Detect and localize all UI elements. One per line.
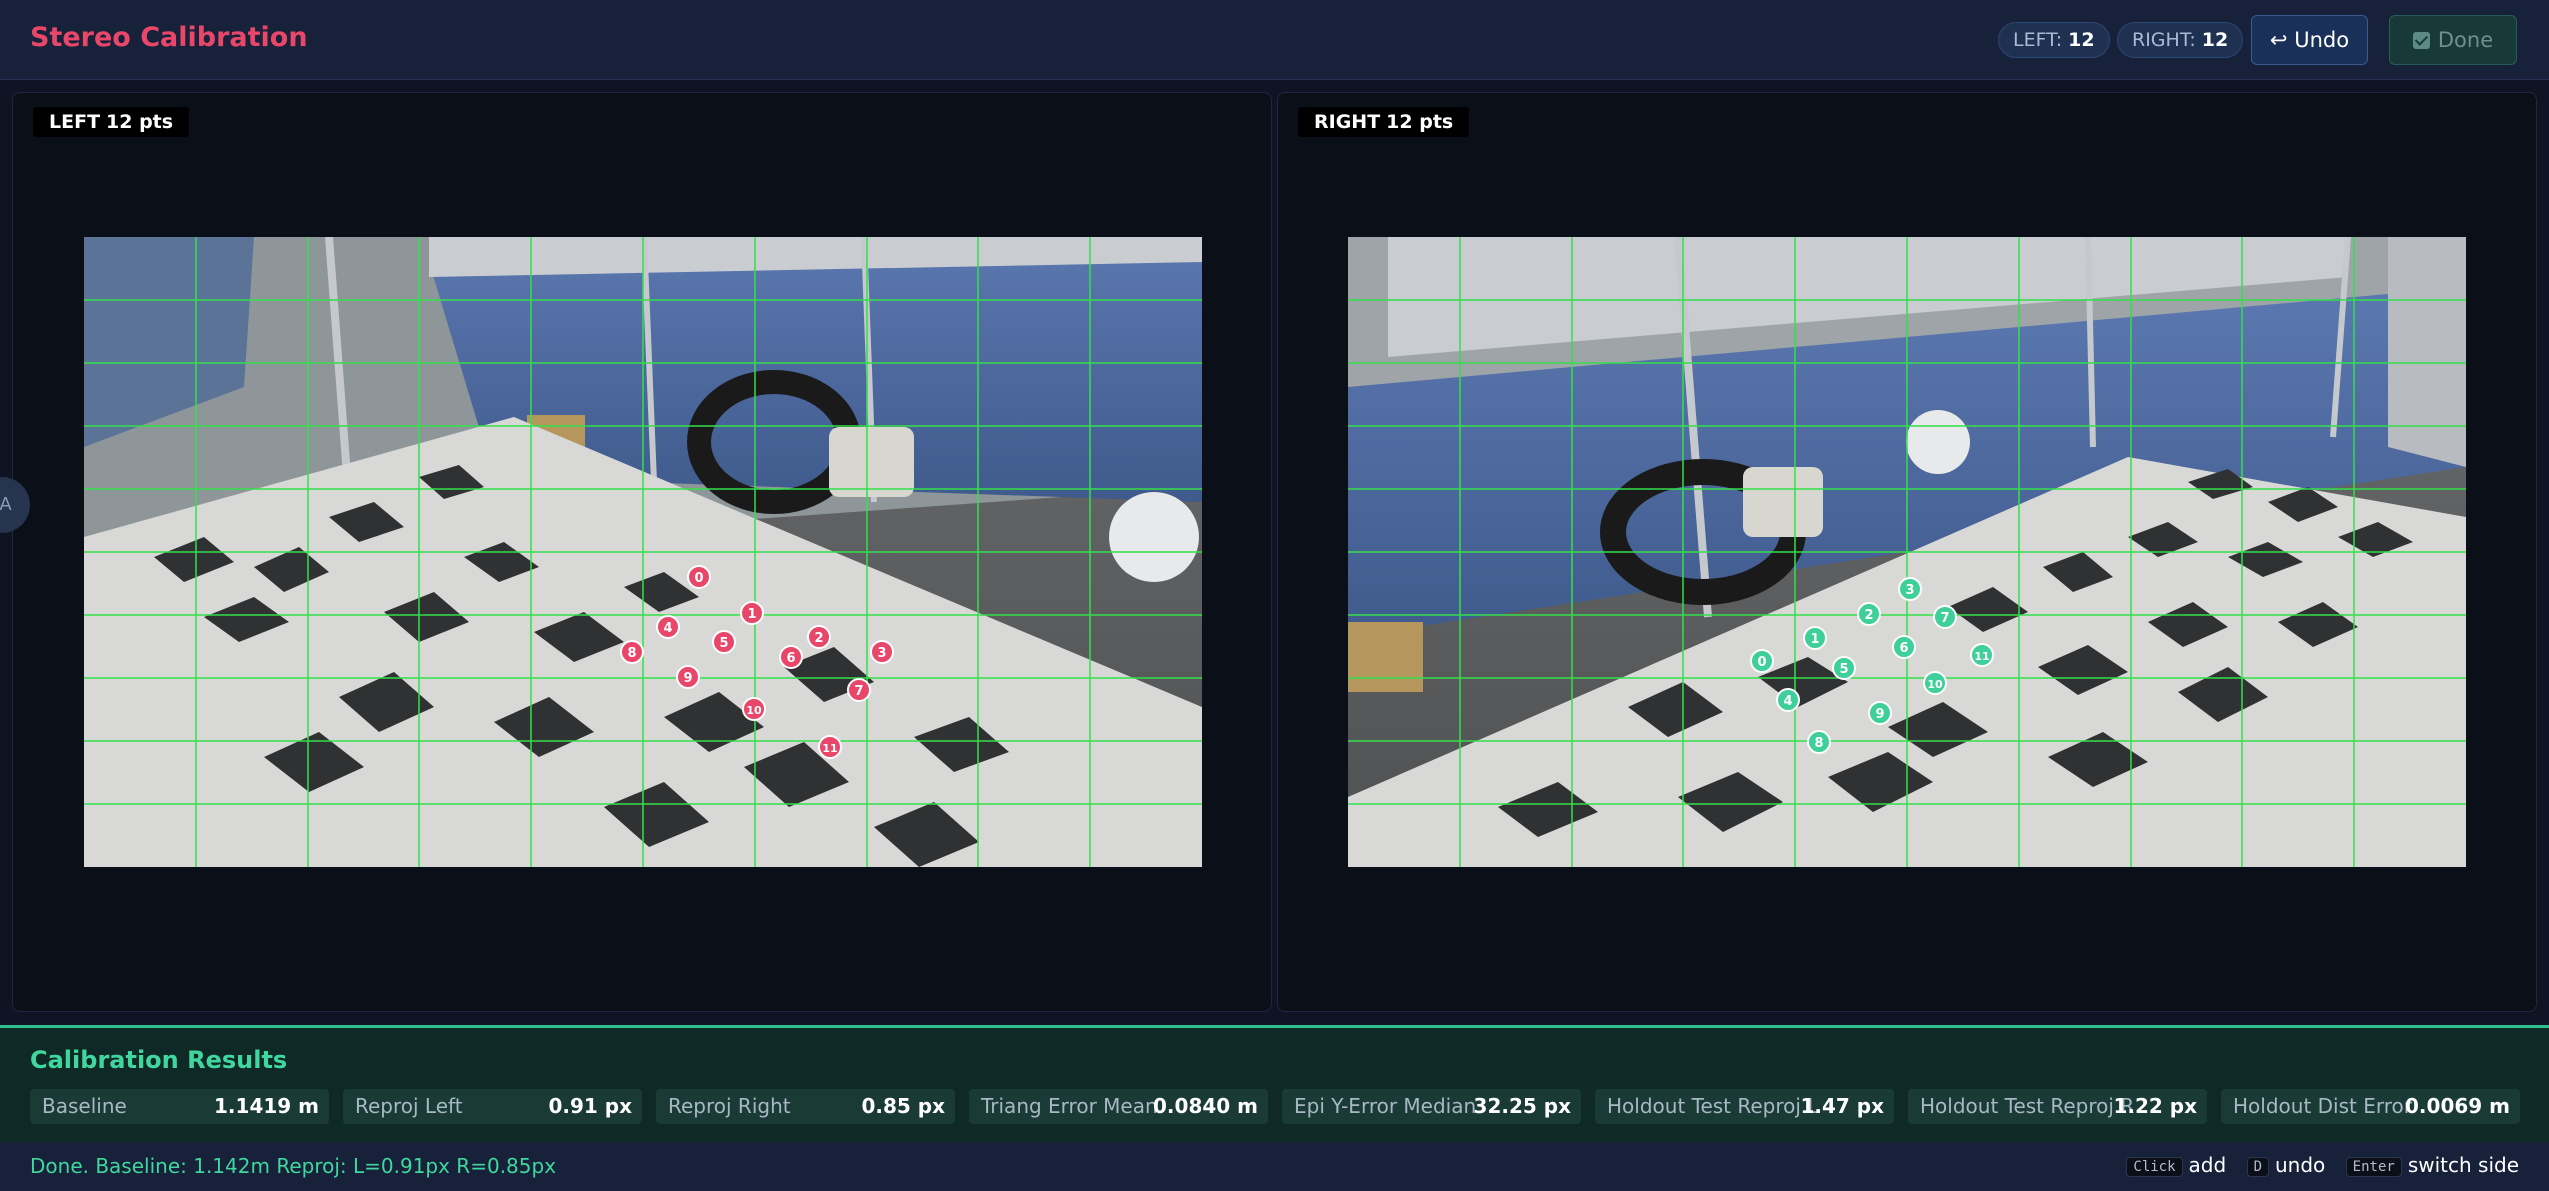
left-camera-panel: LEFT 12 pts 0 1 2 3 4 5 6 7 8 9 10 11 <box>12 92 1272 1012</box>
shortcut-key: Click <box>2126 1157 2183 1177</box>
calibration-point-label: 0 <box>694 571 703 586</box>
metric-holdout-reproj-left: Holdout Test Reproj L 1.47 px <box>1595 1089 1894 1124</box>
metric-baseline: Baseline 1.1419 m <box>30 1089 329 1124</box>
calibration-point-label: 4 <box>663 621 672 636</box>
metric-label: Holdout Dist Error <box>2233 1094 2412 1118</box>
undo-button[interactable]: ↩ Undo <box>2251 15 2368 65</box>
fan <box>1906 410 1970 474</box>
calibration-point-label: 1 <box>1810 632 1819 647</box>
right-camera-view[interactable]: 0 1 2 3 4 5 6 7 8 9 10 11 <box>1348 236 2466 867</box>
left-side-label: LEFT <box>49 111 101 133</box>
shortcut-action: switch side <box>2407 1153 2519 1177</box>
calibration-point-label: 2 <box>1864 608 1873 623</box>
metric-value: 1.1419 m <box>214 1094 319 1118</box>
metric-label: Epi Y-Error Median <box>1294 1094 1477 1118</box>
shortcut-key: Enter <box>2345 1157 2402 1177</box>
right-camera-image[interactable]: 0 1 2 3 4 5 6 7 8 9 10 11 <box>1348 236 2466 867</box>
calibration-results: Calibration Results Baseline 1.1419 m Re… <box>0 1025 2549 1142</box>
metric-value: 0.0069 m <box>2405 1094 2510 1118</box>
calibration-point-label: 2 <box>814 631 823 646</box>
calibration-point-label: 10 <box>746 704 762 717</box>
calibration-point-label: 6 <box>786 651 795 666</box>
calibration-point-label: 9 <box>1875 707 1884 722</box>
right-side-label: RIGHT <box>1314 111 1381 133</box>
calibration-point-label: 5 <box>1839 662 1848 677</box>
shortcut-action: undo <box>2275 1153 2326 1177</box>
fan <box>1109 492 1199 582</box>
metric-label: Holdout Test Reproj L <box>1607 1094 1819 1118</box>
right-count-value: 12 <box>2201 29 2229 51</box>
metric-epi-y-error-median: Epi Y-Error Median 32.25 px <box>1282 1089 1581 1124</box>
calibration-point-label: 8 <box>1814 736 1823 751</box>
calibration-point-label: 7 <box>1940 611 1949 626</box>
calibration-point-label: 11 <box>1974 650 1989 663</box>
right-count-label: RIGHT: <box>2132 29 2196 51</box>
calibration-point-label: 3 <box>877 646 886 661</box>
app-title: Stereo Calibration <box>30 22 308 53</box>
metric-label: Reproj Left <box>355 1094 463 1118</box>
calibration-point-label: 1 <box>747 607 756 622</box>
metric-holdout-dist-error: Holdout Dist Error 0.0069 m <box>2221 1089 2520 1124</box>
metric-label: Reproj Right <box>668 1094 791 1118</box>
app-header: Stereo Calibration LEFT: 12 RIGHT: 12 ↩ … <box>0 0 2549 80</box>
status-bar: Done. Baseline: 1.142m Reproj: L=0.91px … <box>0 1142 2549 1191</box>
shortcut-key: D <box>2246 1157 2269 1177</box>
calibration-point-label: 10 <box>1927 678 1943 691</box>
metric-triang-error-mean: Triang Error Mean 0.0840 m <box>969 1089 1268 1124</box>
checkbox-icon <box>2412 32 2430 49</box>
metric-label: Baseline <box>42 1094 127 1118</box>
keyboard-shortcuts: Click add Dundo Enter switch side <box>2126 1153 2519 1177</box>
status-text: Done. Baseline: 1.142m Reproj: L=0.91px … <box>30 1154 557 1178</box>
right-count-pill: RIGHT: 12 <box>2117 22 2244 58</box>
results-title: Calibration Results <box>30 1046 288 1074</box>
calibration-point-label: 3 <box>1905 583 1914 598</box>
calibration-point-label: 9 <box>683 671 692 686</box>
metric-value: 1.22 px <box>2113 1094 2197 1118</box>
machine <box>1743 467 1823 537</box>
calibration-point-label: 8 <box>627 646 636 661</box>
metric-value: 1.47 px <box>1800 1094 1884 1118</box>
metric-value: 0.0840 m <box>1153 1094 1258 1118</box>
left-count-value: 12 <box>2068 29 2095 51</box>
left-camera-view[interactable]: 0 1 2 3 4 5 6 7 8 9 10 11 <box>84 236 1202 867</box>
metric-value: 0.91 px <box>548 1094 632 1118</box>
metric-label: Triang Error Mean <box>981 1094 1158 1118</box>
undo-label: ↩ Undo <box>2269 28 2350 52</box>
calibration-point-label: 7 <box>854 684 863 699</box>
machine <box>829 427 914 497</box>
left-points-badge: LEFT 12 pts <box>33 107 190 137</box>
metric-holdout-reproj-right: Holdout Test Reproj R 1.22 px <box>1908 1089 2207 1124</box>
right-camera-panel: RIGHT 12 pts 0 1 2 3 4 5 6 7 8 9 10 11 <box>1277 92 2537 1012</box>
done-button[interactable]: Done <box>2389 15 2517 65</box>
metric-reproj-right: Reproj Right 0.85 px <box>656 1089 955 1124</box>
left-camera-image[interactable]: 0 1 2 3 4 5 6 7 8 9 10 11 <box>84 236 1202 867</box>
right-points-badge: RIGHT 12 pts <box>1298 107 1470 137</box>
cardboard-box <box>1348 622 1423 692</box>
shortcut-action: add <box>2188 1153 2227 1177</box>
left-count-pill: LEFT: 12 <box>1998 22 2110 58</box>
calibration-point-label: 6 <box>1899 641 1908 656</box>
metric-label: Holdout Test Reproj R <box>1920 1094 2135 1118</box>
left-points-count: 12 pts <box>106 111 174 133</box>
calibration-point-label: 0 <box>1757 655 1766 670</box>
calibration-point-label: 11 <box>822 742 837 755</box>
metric-value: 0.85 px <box>861 1094 945 1118</box>
right-points-count: 12 pts <box>1386 111 1454 133</box>
left-count-label: LEFT: <box>2013 29 2063 51</box>
metric-value: 32.25 px <box>1473 1094 1571 1118</box>
calibration-point-label: 4 <box>1783 694 1792 709</box>
done-label: Done <box>2437 28 2494 52</box>
metric-reproj-left: Reproj Left 0.91 px <box>343 1089 642 1124</box>
calibration-point-label: 5 <box>719 636 728 651</box>
shelf-rack <box>2388 237 2466 467</box>
